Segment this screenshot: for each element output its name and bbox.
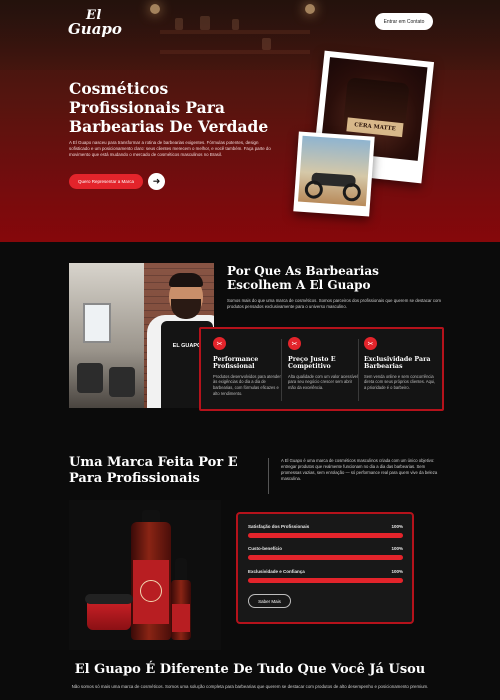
barber-hair bbox=[169, 273, 203, 287]
stat-value: 100% bbox=[391, 524, 403, 529]
stat-satisfaction: Satisfação dos Profissionais 100% bbox=[248, 524, 403, 538]
progress-track bbox=[248, 578, 403, 583]
brand-logo[interactable]: El Guapo bbox=[68, 8, 128, 38]
barber-chair bbox=[109, 367, 135, 397]
dropper-label bbox=[172, 604, 190, 632]
feature-text: Alta qualidade com um valor acessível pa… bbox=[288, 373, 358, 390]
progress-fill bbox=[248, 533, 403, 538]
window bbox=[83, 303, 111, 343]
why-title: Por Que As Barbearias Escolhem A El Guap… bbox=[227, 264, 379, 292]
dropper-cap bbox=[175, 558, 187, 582]
progress-fill bbox=[248, 578, 403, 583]
divider bbox=[268, 458, 269, 494]
pomade-tin-lid bbox=[85, 594, 133, 604]
stat-exclusivity: Exclusividade e Confiança 100% bbox=[248, 569, 403, 583]
feature-title: Preço Justo E Competitivo bbox=[288, 356, 336, 371]
learn-more-button[interactable]: Saber Mais bbox=[248, 594, 291, 608]
feature-performance: ✂ Performance Profissional Produtos dese… bbox=[213, 337, 285, 396]
feature-title: Performance Profissional bbox=[213, 356, 259, 371]
feature-title: Exclusividade Para Barbearias bbox=[364, 356, 431, 371]
stat-value: 100% bbox=[391, 569, 403, 574]
progress-track bbox=[248, 555, 403, 560]
motorcycle-wheel bbox=[342, 182, 362, 202]
scissors-icon: ✂ bbox=[213, 337, 226, 350]
feature-price: ✂ Preço Justo E Competitivo Alta qualida… bbox=[288, 337, 360, 391]
progress-fill bbox=[248, 555, 403, 560]
feature-text: Sem venda online e sem concorrência dire… bbox=[364, 373, 436, 390]
stat-label: Satisfação dos Profissionais bbox=[248, 524, 310, 529]
barber-chair bbox=[77, 363, 103, 393]
arrow-right-icon[interactable]: ➜ bbox=[148, 173, 165, 190]
motorcycle-polaroid-photo bbox=[293, 131, 375, 217]
hero-section: El Guapo Entrar em Contato Cosméticos Pr… bbox=[0, 0, 500, 242]
features-panel: ✂ Performance Profissional Produtos dese… bbox=[199, 327, 444, 411]
bottle-emblem bbox=[140, 580, 162, 602]
brand-title: Uma Marca Feita Por E Para Profissionais bbox=[69, 455, 238, 486]
hero-description: A El Guapo nasceu para transformar a rot… bbox=[69, 140, 271, 158]
different-description: Não somos só mais uma marca de cosmético… bbox=[71, 684, 429, 689]
scissors-icon: ✂ bbox=[288, 337, 301, 350]
divider bbox=[281, 339, 282, 401]
logo-text-bottom: Guapo bbox=[68, 20, 122, 38]
stat-label: Custo-benefício bbox=[248, 546, 283, 551]
hero-title: Cosméticos Profissionais Para Barbearias… bbox=[69, 79, 269, 136]
feature-text: Produtos desenvolvidos para atender às e… bbox=[213, 373, 281, 396]
stat-value: 100% bbox=[391, 546, 403, 551]
motorcycle-photo bbox=[297, 135, 371, 207]
scissors-icon: ✂ bbox=[364, 337, 377, 350]
why-description: Somos mais do que uma marca de cosmético… bbox=[227, 298, 441, 309]
represent-brand-button[interactable]: Quero Representar a Marca bbox=[69, 174, 143, 189]
stat-label: Exclusividade e Confiança bbox=[248, 569, 305, 574]
stat-cost-benefit: Custo-benefício 100% bbox=[248, 546, 403, 560]
feature-exclusivity: ✂ Exclusividade Para Barbearias Sem vend… bbox=[364, 337, 436, 391]
barber-photo: EL GUAPO bbox=[69, 263, 214, 408]
contact-button[interactable]: Entrar em Contato bbox=[375, 13, 433, 30]
progress-track bbox=[248, 533, 403, 538]
brand-description: A El Guapo é uma marca de cosméticos mas… bbox=[281, 458, 438, 481]
divider bbox=[358, 339, 359, 401]
different-title: El Guapo É Diferente De Tudo Que Você Já… bbox=[74, 662, 426, 677]
stats-panel: Satisfação dos Profissionais 100% Custo-… bbox=[236, 512, 414, 624]
products-photo bbox=[69, 500, 221, 650]
motorcycle-wheel bbox=[304, 180, 324, 200]
